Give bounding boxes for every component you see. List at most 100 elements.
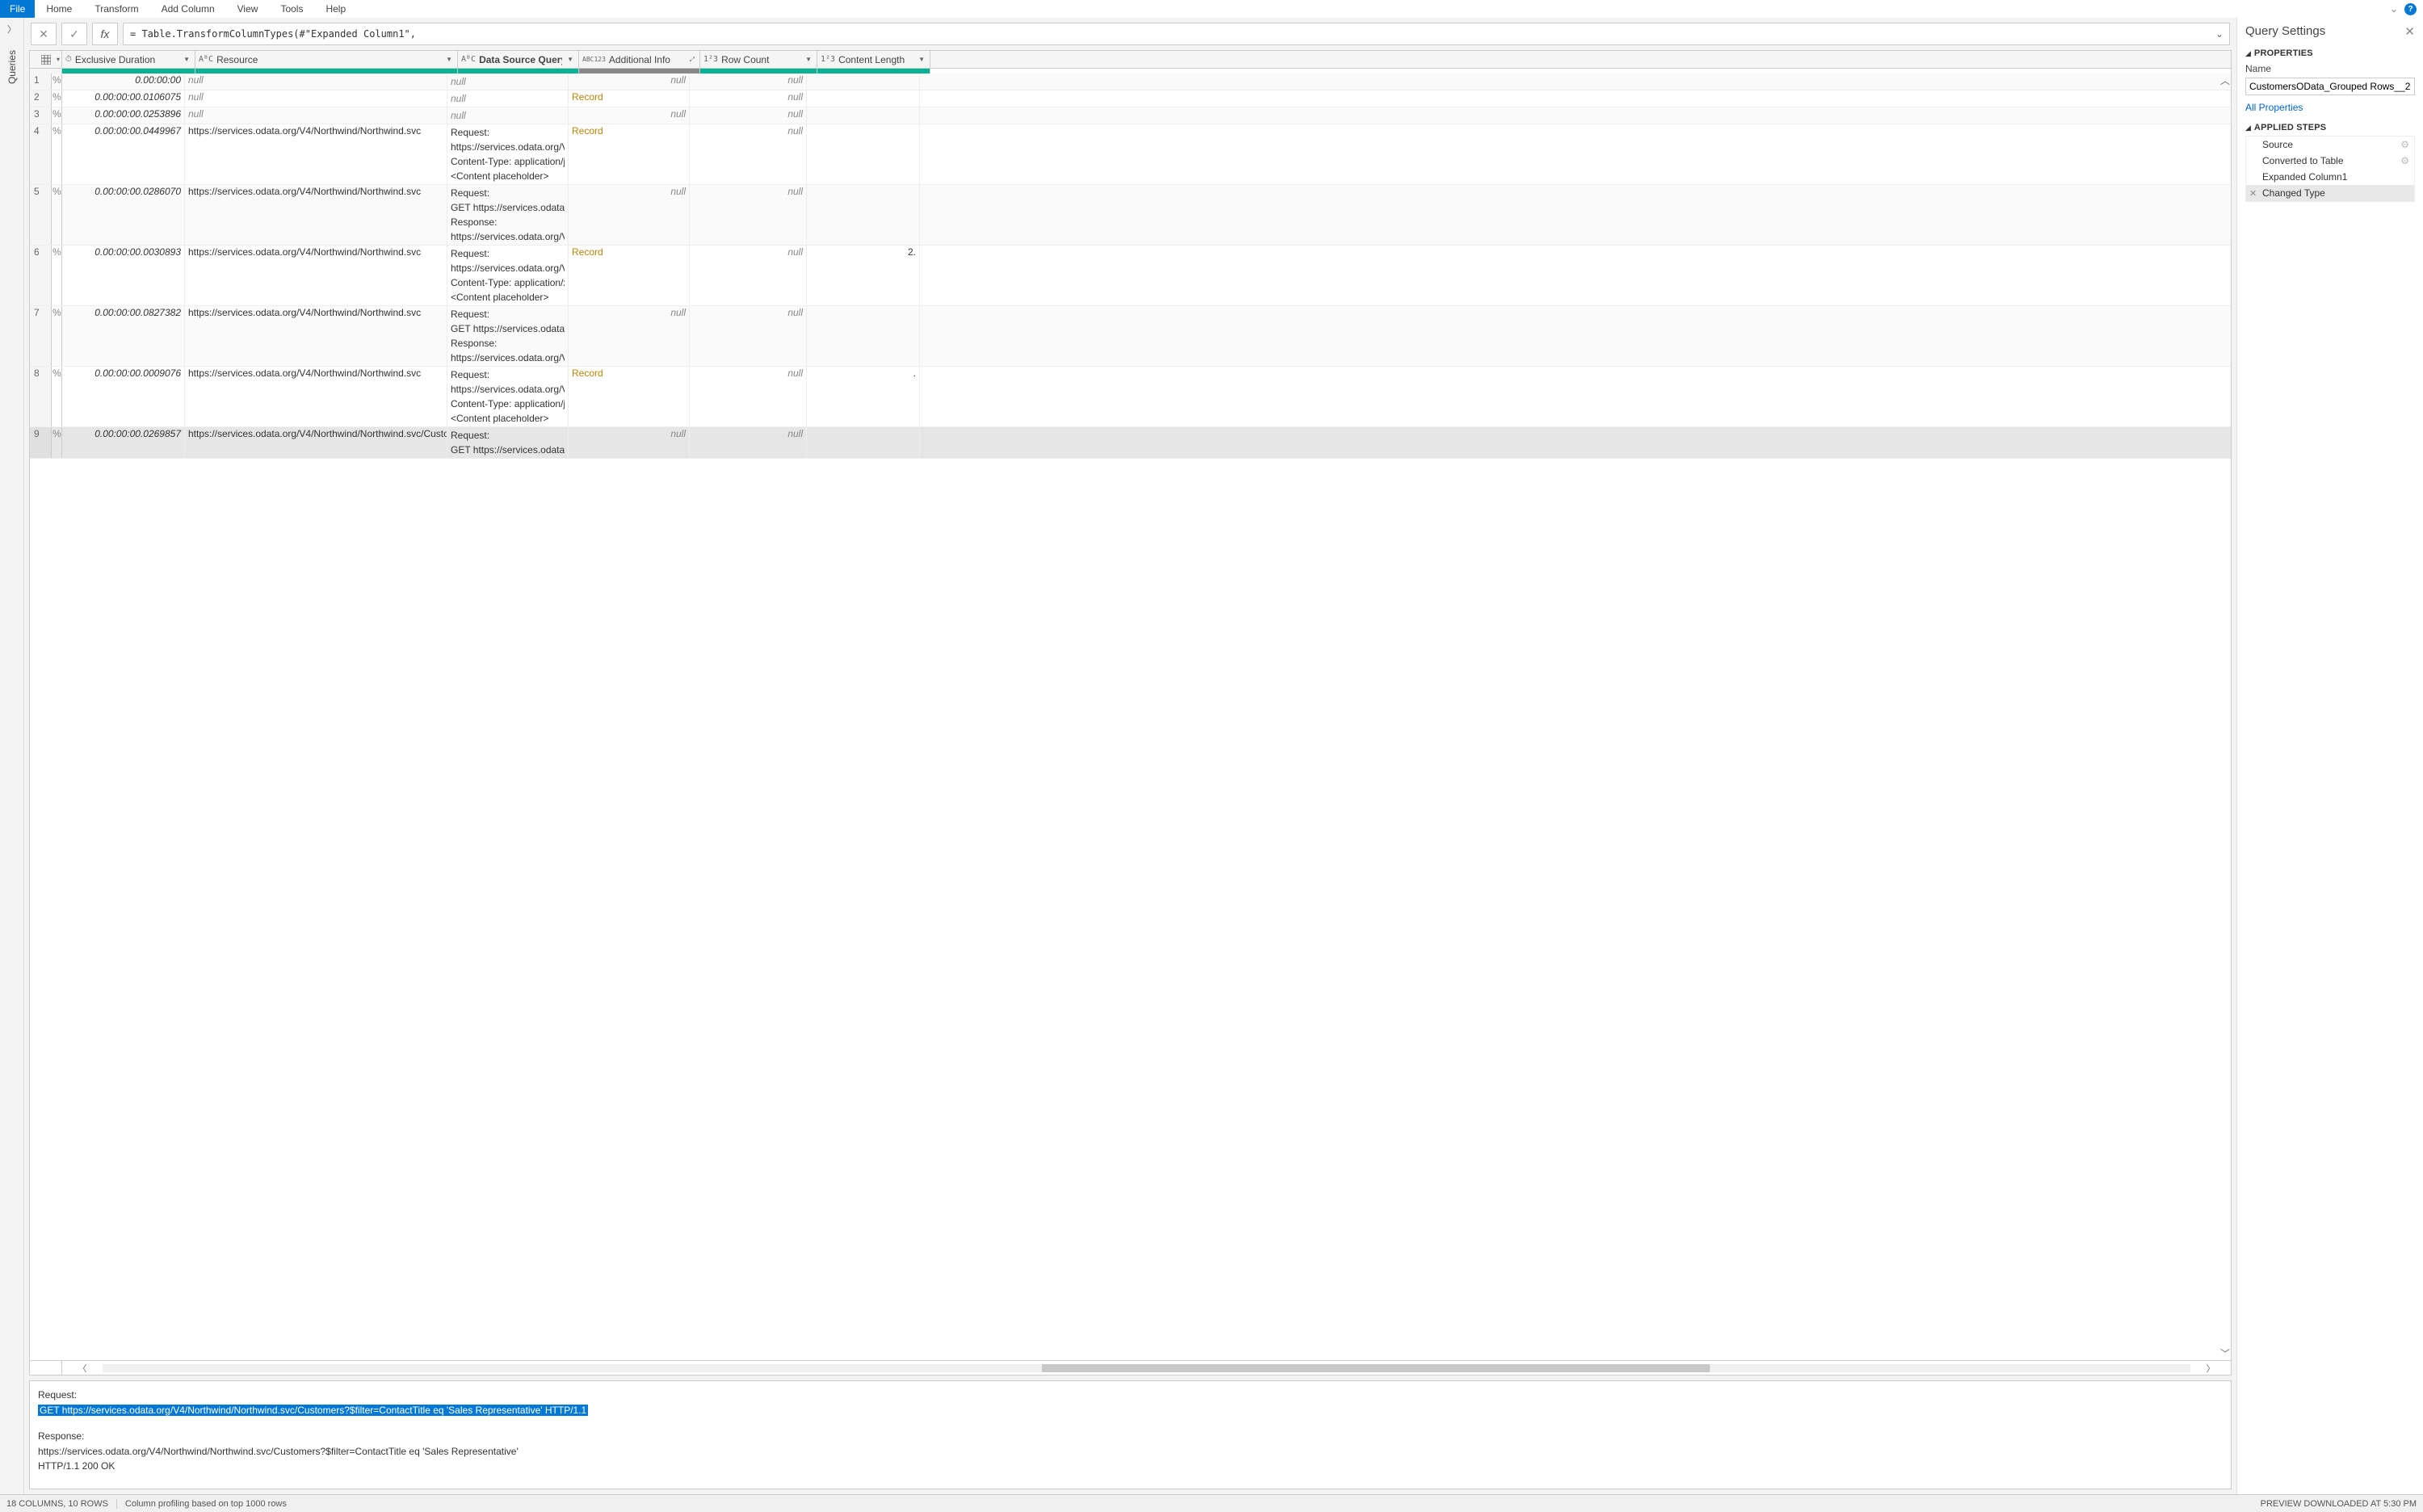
col-row-count[interactable]: 1²3Row Count▼ (700, 51, 817, 68)
cell[interactable]: Request:GET https://services.odata.org/V… (447, 185, 569, 245)
cell[interactable]: null (690, 185, 807, 245)
queries-label[interactable]: Queries (6, 50, 18, 84)
scroll-down-icon[interactable]: ﹀ (2220, 1346, 2230, 1360)
menu-home[interactable]: Home (35, 0, 83, 18)
gear-icon[interactable]: ⚙ (2400, 139, 2409, 150)
col-resource[interactable]: AᴮCResource▼ (195, 51, 458, 68)
row-number[interactable]: 3 (30, 107, 52, 124)
cell[interactable]: null (690, 74, 807, 90)
col-additional-info[interactable]: ABC123Additional Info⤢ (579, 51, 700, 68)
formula-input[interactable]: = Table.TransformColumnTypes(#"Expanded … (124, 28, 2210, 40)
row-number[interactable]: 5 (30, 185, 52, 245)
help-icon[interactable]: ? (2404, 3, 2417, 15)
cell[interactable]: https://services.odata.org/V4/Northwind/… (185, 185, 447, 245)
cell[interactable]: Request:GET https://services.odata.org/V (447, 427, 569, 458)
cell[interactable] (807, 124, 920, 184)
row-number[interactable]: 2 (30, 90, 52, 107)
filter-icon[interactable]: ▼ (917, 56, 926, 63)
cell[interactable]: 0.00:00:00.0030893 (62, 246, 185, 305)
menu-tools[interactable]: Tools (269, 0, 314, 18)
cell[interactable]: 0.00:00:00.0286070 (62, 185, 185, 245)
col-content-length[interactable]: 1²3Content Length▼ (817, 51, 930, 68)
all-properties-link[interactable]: All Properties (2245, 102, 2415, 113)
cell[interactable]: null (690, 124, 807, 184)
row-number[interactable]: 9 (30, 427, 52, 458)
preview-request-url[interactable]: GET https://services.odata.org/V4/Northw… (38, 1405, 588, 1416)
cell[interactable]: Request:https://services.odata.org/V4/NC… (447, 367, 569, 426)
cell[interactable] (807, 74, 920, 90)
table-icon-cell[interactable]: ▾ (30, 51, 62, 68)
cell[interactable]: null (185, 107, 447, 124)
table-row[interactable]: 9%0.00:00:00.0269857https://services.oda… (30, 427, 2231, 459)
cell[interactable]: null (569, 107, 690, 124)
cell[interactable]: null (447, 107, 569, 124)
table-row[interactable]: 7%0.00:00:00.0827382https://services.oda… (30, 306, 2231, 367)
cell[interactable] (807, 306, 920, 366)
menu-file[interactable]: File (0, 0, 35, 18)
applied-step[interactable]: Source⚙ (2246, 136, 2414, 153)
fx-button[interactable]: fx (92, 23, 118, 45)
cell[interactable]: null (447, 74, 569, 90)
applied-step[interactable]: ✕Changed Type (2246, 185, 2414, 201)
table-row[interactable]: 8%0.00:00:00.0009076https://services.oda… (30, 367, 2231, 427)
table-row[interactable]: 5%0.00:00:00.0286070https://services.oda… (30, 185, 2231, 246)
cell[interactable] (807, 90, 920, 107)
cell[interactable]: Record (569, 124, 690, 184)
menu-view[interactable]: View (226, 0, 270, 18)
table-row[interactable]: 3%0.00:00:00.0253896nullnullnullnull (30, 107, 2231, 124)
cell[interactable]: 0.00:00:00.0253896 (62, 107, 185, 124)
col-exclusive-duration[interactable]: ⏱Exclusive Duration▼ (62, 51, 195, 68)
cancel-formula-button[interactable]: ✕ (31, 23, 57, 45)
expand-icon[interactable]: ⤢ (688, 56, 696, 64)
cell[interactable]: null (569, 185, 690, 245)
cell[interactable]: 0.00:00:00.0827382 (62, 306, 185, 366)
cell[interactable]: null (447, 90, 569, 107)
cell[interactable]: https://services.odata.org/V4/Northwind/… (185, 306, 447, 366)
cell[interactable]: null (569, 74, 690, 90)
cell[interactable]: null (690, 107, 807, 124)
cell[interactable]: Record (569, 90, 690, 107)
cell[interactable]: null (185, 74, 447, 90)
filter-icon[interactable]: ▼ (565, 56, 575, 63)
close-icon[interactable]: ✕ (2404, 24, 2415, 39)
cell[interactable]: null (690, 246, 807, 305)
menu-transform[interactable]: Transform (83, 0, 149, 18)
cell[interactable] (807, 107, 920, 124)
commit-formula-button[interactable]: ✓ (61, 23, 87, 45)
collapse-icon[interactable]: ◢ (2245, 124, 2251, 132)
table-row[interactable]: 2%0.00:00:00.0106075nullnullRecordnull (30, 90, 2231, 107)
row-number[interactable]: 8 (30, 367, 52, 426)
cell[interactable] (807, 427, 920, 458)
cell[interactable]: . (807, 367, 920, 426)
filter-icon[interactable]: ▼ (444, 56, 454, 63)
cell[interactable]: null (690, 90, 807, 107)
cell[interactable]: 0.00:00:00.0009076 (62, 367, 185, 426)
cell[interactable]: Record (569, 367, 690, 426)
row-number[interactable]: 7 (30, 306, 52, 366)
collapse-icon[interactable]: ◢ (2245, 49, 2251, 58)
scroll-left-icon[interactable]: 〈 (62, 1362, 103, 1375)
col-data-source-query[interactable]: AᴮCData Source Query▼ (458, 51, 579, 68)
cell[interactable] (807, 185, 920, 245)
cell[interactable]: null (690, 367, 807, 426)
cell[interactable]: null (569, 427, 690, 458)
cell[interactable]: Record (569, 246, 690, 305)
delete-step-icon[interactable]: ✕ (2249, 188, 2257, 199)
cell[interactable]: null (185, 90, 447, 107)
row-number[interactable]: 6 (30, 246, 52, 305)
scroll-right-icon[interactable]: 〉 (2190, 1362, 2231, 1375)
cell[interactable]: 0.00:00:00.0449967 (62, 124, 185, 184)
filter-icon[interactable]: ▼ (804, 56, 813, 63)
menu-help[interactable]: Help (314, 0, 357, 18)
applied-step[interactable]: Converted to Table⚙ (2246, 153, 2414, 169)
formula-expand-icon[interactable]: ⌄ (2210, 28, 2229, 40)
query-name-input[interactable] (2245, 78, 2415, 95)
status-profiling[interactable]: Column profiling based on top 1000 rows (125, 1499, 287, 1509)
cell[interactable]: null (690, 306, 807, 366)
table-row[interactable]: 1%0.00:00:00nullnullnullnull (30, 74, 2231, 90)
row-number[interactable]: 4 (30, 124, 52, 184)
scroll-thumb[interactable] (1042, 1364, 1710, 1372)
chevron-down-icon[interactable]: ⌄ (2390, 3, 2398, 15)
cell[interactable]: Request:https://services.odata.org/V4/NC… (447, 124, 569, 184)
vertical-scrollbar[interactable]: ︿﹀ (2219, 74, 2231, 1360)
